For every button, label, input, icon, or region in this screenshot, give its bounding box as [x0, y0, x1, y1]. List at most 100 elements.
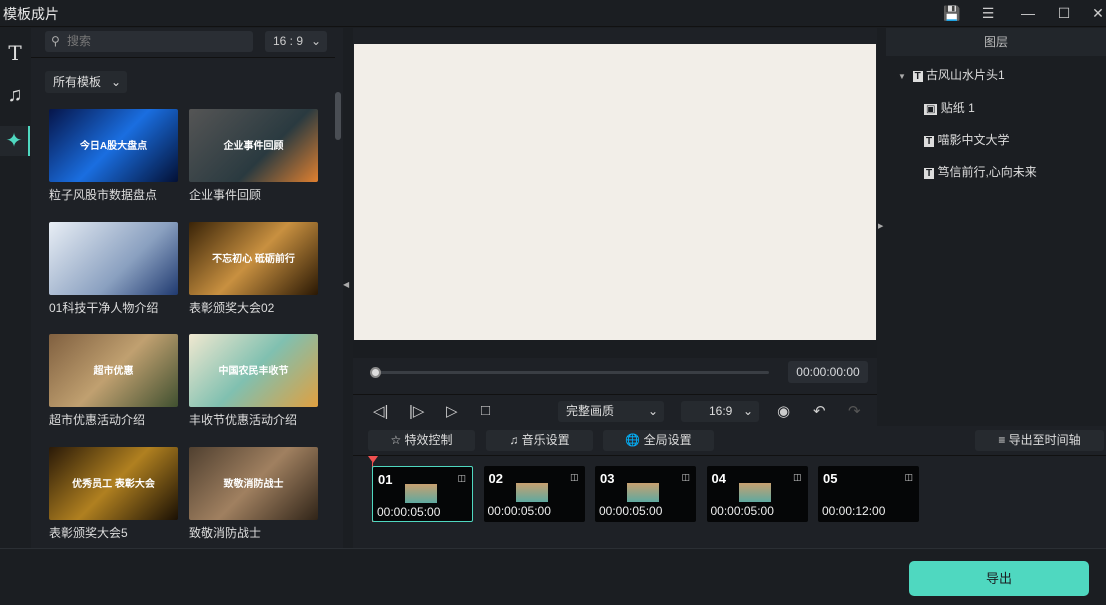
list-icon[interactable]: ☰: [976, 3, 1000, 23]
play-icon[interactable]: ▷: [446, 402, 458, 420]
template-thumbnail[interactable]: 超市优惠: [49, 334, 178, 407]
stop-icon[interactable]: □: [481, 402, 490, 419]
layer-label: 喵影中文大学: [937, 133, 1010, 147]
template-thumbnail[interactable]: [49, 221, 178, 295]
undo-icon[interactable]: ↶: [813, 402, 826, 420]
export-timeline-button[interactable]: ≡ 导出至时间轴: [975, 430, 1104, 451]
slider-handle[interactable]: [370, 367, 381, 378]
timeline-icon: ≡: [998, 433, 1006, 447]
expand-icon[interactable]: ▼: [898, 72, 906, 81]
layer-root[interactable]: ▼ T 古风山水片头1: [898, 66, 1005, 83]
minimize-icon[interactable]: —: [1016, 3, 1040, 23]
preview-canvas: [354, 44, 876, 340]
global-settings-button[interactable]: 🌐 全局设置: [603, 430, 714, 451]
collapse-left-icon[interactable]: ◀: [343, 280, 349, 289]
template-icon[interactable]: ✦: [0, 126, 30, 156]
time-display: 00:00:00:00: [788, 361, 868, 383]
redo-icon[interactable]: ↷: [848, 402, 861, 420]
template-thumbnail[interactable]: 致敬消防战士: [189, 446, 318, 520]
clip-number: 04: [711, 471, 726, 486]
layers-panel: 图层 ▼ T 古风山水片头1 ▣ 贴纸 1T 喵影中文大学 T 笃信前行,心向未来: [886, 28, 1106, 426]
chevron-down-icon: ⌄: [742, 404, 753, 418]
quality-dropdown[interactable]: 完整画质 ⌄: [558, 401, 664, 422]
preview-play-icon[interactable]: ◉: [777, 402, 790, 420]
template-label[interactable]: 企业事件回顾: [189, 186, 261, 203]
quality-value: 完整画质: [566, 404, 615, 418]
search-input[interactable]: ⚲ 搜索: [45, 31, 253, 52]
timeline-clip[interactable]: 02 ◫ 00:00:05:00: [483, 466, 585, 522]
music-settings-button[interactable]: ♫ 音乐设置: [486, 430, 593, 451]
template-label[interactable]: 表彰颁奖大会5: [49, 524, 128, 541]
clip-duration: 00:00:05:00: [710, 504, 774, 518]
replace-icon[interactable]: ◫: [681, 472, 690, 483]
thumbnail-text: 中国农民丰收节: [218, 366, 289, 377]
layer-item[interactable]: T 笃信前行,心向未来: [924, 163, 1037, 180]
replace-icon[interactable]: ◫: [904, 472, 913, 483]
chevron-down-icon: ⌄: [110, 75, 121, 89]
layer-item[interactable]: T 喵影中文大学: [924, 131, 1009, 148]
clip-number: 03: [600, 471, 615, 486]
category-value: 所有模板: [53, 75, 102, 89]
timeline-clip[interactable]: 03 ◫ 00:00:05:00: [595, 466, 696, 522]
layer-label: 笃信前行,心向未来: [937, 165, 1037, 179]
ratio-dropdown[interactable]: 16 : 9 ⌄: [265, 31, 327, 52]
template-label[interactable]: 01科技干净人物介绍: [49, 299, 158, 316]
replace-icon[interactable]: ◫: [793, 472, 802, 483]
maximize-icon[interactable]: ☐: [1052, 3, 1076, 23]
category-dropdown[interactable]: 所有模板 ⌄: [45, 71, 127, 93]
template-thumbnail[interactable]: 不忘初心 砥砺前行: [189, 221, 318, 295]
thumbnail-text: 致敬消防战士: [223, 478, 284, 490]
clip-number: 01: [378, 472, 393, 487]
layers-title: 图层: [886, 28, 1106, 56]
template-panel: ⚲ 搜索 16 : 9 ⌄ 所有模板 ⌄ 今日A股大盘点粒子风股市数据盘点 企业事件回顾…: [31, 28, 343, 548]
effects-icon: ☆: [390, 433, 402, 447]
template-label[interactable]: 粒子风股市数据盘点: [49, 186, 157, 203]
progress-slider[interactable]: [373, 371, 769, 374]
chevron-down-icon: ⌄: [310, 34, 321, 48]
replace-icon[interactable]: ◫: [570, 472, 579, 483]
layer-item[interactable]: ▣ 贴纸 1: [924, 99, 975, 116]
clip-number: 02: [488, 471, 503, 486]
chevron-down-icon: ⌄: [647, 404, 658, 418]
clip-thumbnail: [627, 483, 659, 502]
collapse-right-icon[interactable]: ▶: [878, 222, 883, 230]
template-thumbnail[interactable]: 优秀员工 表彰大会: [49, 446, 178, 520]
title-bar: 模板成片 💾 ☰ — ☐ ✕: [0, 0, 1106, 27]
close-icon[interactable]: ✕: [1086, 3, 1106, 23]
global-label: 全局设置: [643, 433, 692, 447]
timeline-clip[interactable]: 01 ◫ 00:00:05:00: [372, 466, 473, 522]
search-icon: ⚲: [51, 34, 60, 48]
next-frame-icon[interactable]: |▷: [409, 402, 424, 420]
divider: [353, 455, 1106, 456]
playhead-marker[interactable]: [368, 456, 378, 463]
preview-ratio-dropdown[interactable]: 16:9 ⌄: [681, 401, 759, 422]
effects-button[interactable]: ☆ 特效控制: [368, 430, 475, 451]
music-icon: ♫: [509, 433, 519, 447]
clip-number: 05: [823, 471, 838, 486]
template-thumbnail[interactable]: 中国农民丰收节: [189, 334, 318, 407]
ratio-value: 16 : 9: [273, 34, 304, 48]
template-label[interactable]: 丰收节优惠活动介绍: [189, 411, 297, 428]
thumbnail-text: 今日A股大盘点: [79, 141, 148, 152]
replace-icon[interactable]: ◫: [457, 473, 466, 484]
prev-frame-icon[interactable]: ◁|: [373, 402, 388, 420]
template-thumbnail[interactable]: 企业事件回顾: [189, 109, 318, 182]
timeline-clip[interactable]: 04 ◫ 00:00:05:00: [706, 466, 808, 522]
globe-icon: 🌐: [625, 433, 641, 447]
template-thumbnail[interactable]: 今日A股大盘点: [49, 109, 178, 182]
text-icon[interactable]: T: [0, 38, 30, 68]
preview-panel: 00:00:00:00 ◁| |▷ ▷ □ 完整画质 ⌄ 16:9 ⌄ ◉ ↶ ↷: [353, 28, 877, 426]
scrollbar[interactable]: [335, 92, 341, 140]
timeline-clip[interactable]: 05 ◫ 00:00:12:00: [818, 466, 919, 522]
save-icon[interactable]: 💾: [940, 3, 964, 23]
music-icon[interactable]: ♫: [0, 80, 30, 110]
template-label[interactable]: 超市优惠活动介绍: [49, 411, 145, 428]
layer-label: 古风山水片头1: [926, 68, 1005, 82]
template-label[interactable]: 表彰颁奖大会02: [189, 299, 274, 316]
thumbnail-text: 超市优惠: [93, 366, 134, 377]
template-label[interactable]: 致敬消防战士: [189, 524, 261, 541]
spacer: [353, 340, 877, 358]
divider: [353, 394, 877, 395]
export-button[interactable]: 导出: [909, 561, 1089, 596]
text-icon: T: [924, 136, 935, 147]
